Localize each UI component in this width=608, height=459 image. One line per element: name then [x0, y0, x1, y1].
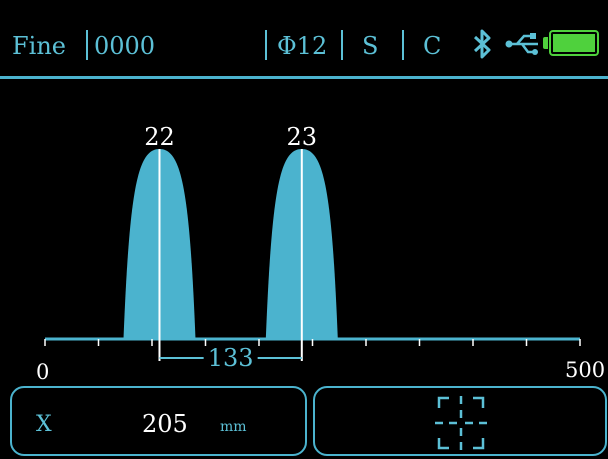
device-screen: Fine 0000 Φ12 S C 22 23 133 0 500 X 205 mm [0, 0, 608, 459]
divider [402, 30, 404, 60]
position-field[interactable]: X 205 mm [10, 386, 307, 456]
profile-chart: 22 23 133 [44, 123, 581, 372]
bluetooth-icon [473, 29, 491, 59]
mode-label: Fine [12, 32, 66, 60]
diameter-value: Φ12 [277, 32, 328, 60]
divider [86, 30, 88, 60]
x-tick-label-max: 500 [565, 358, 606, 382]
c-indicator: C [423, 32, 442, 60]
status-bar: Fine 0000 Φ12 S C [0, 0, 608, 76]
divider [341, 30, 343, 60]
peak-label: 22 [144, 123, 175, 151]
divider [265, 30, 267, 60]
battery-level-fill [553, 34, 595, 52]
position-value: 205 [142, 410, 188, 438]
counter-value: 0000 [94, 32, 156, 60]
x-tick-label-min: 0 [36, 360, 50, 384]
unit-label: mm [220, 419, 247, 435]
axis-label: X [36, 412, 52, 437]
usb-icon [505, 33, 538, 55]
s-indicator: S [362, 32, 379, 60]
battery-tip [543, 37, 548, 49]
peak-label: 23 [287, 123, 318, 151]
locate-button[interactable] [313, 386, 607, 456]
spacing-value: 133 [208, 344, 254, 372]
crosshair-icon [435, 396, 487, 450]
